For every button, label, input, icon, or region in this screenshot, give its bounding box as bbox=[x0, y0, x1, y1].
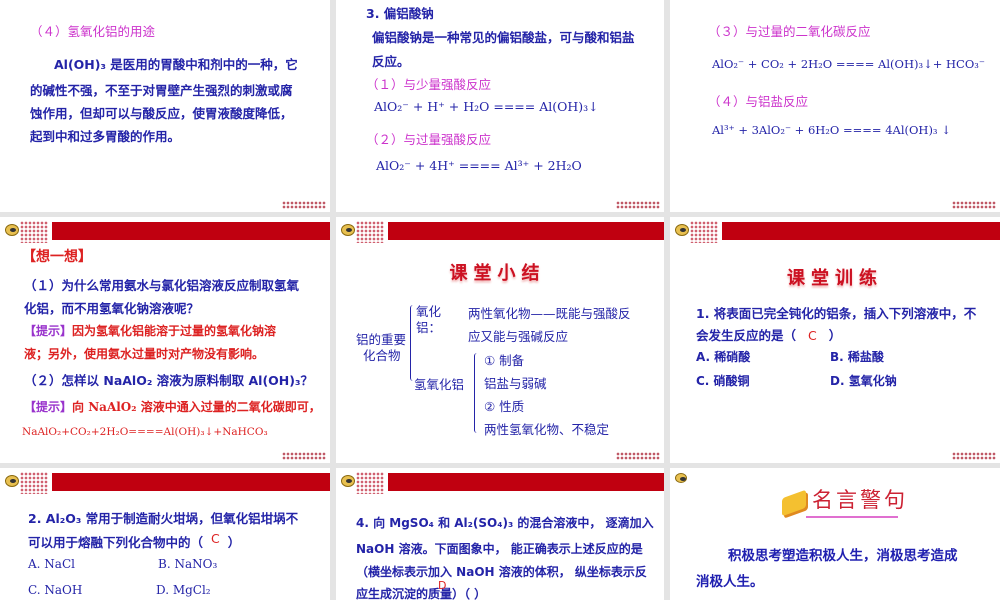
slide-title: 名言警句 bbox=[812, 488, 908, 512]
equation: AlO₂⁻ + CO₂ + 2H₂O ==== Al(OH)₃↓+ HCO₃⁻ bbox=[712, 57, 985, 71]
question-line: （１）为什么常用氨水与氯化铝溶液反应制取氢氧 bbox=[24, 278, 300, 293]
question-line: 应生成沉淀的质量）（ ） bbox=[356, 587, 487, 600]
answer: C bbox=[211, 531, 220, 546]
equation: Al³⁺ + 3AlO₂⁻ + 6H₂O ==== 4Al(OH)₃ ↓ bbox=[712, 123, 951, 137]
hint-equation: NaAlO₂+CO₂+2H₂O====Al(OH)₃↓+NaHCO₃ bbox=[22, 426, 268, 438]
slide-title: 课堂小结 bbox=[449, 263, 546, 284]
equation: AlO₂⁻ + 4H⁺ ==== Al³⁺ + 2H₂O bbox=[376, 158, 582, 173]
question-line: （２）怎样以 NaAlO₂ 溶液为原料制取 Al(OH)₃？ bbox=[24, 373, 313, 388]
subheading: （２）与过量强酸反应 bbox=[366, 132, 492, 147]
answer: D bbox=[438, 579, 447, 592]
decorative-dots bbox=[282, 452, 326, 460]
header-bar bbox=[50, 222, 330, 240]
question-line: 1. 将表面已完全钝化的铝条，插入下列溶液中，不 bbox=[696, 306, 977, 321]
option-c: C. NaOH bbox=[28, 583, 83, 597]
decorative-dots bbox=[282, 201, 326, 209]
body-line: 的碱性不强，不至于对胃壁产生强烈的刺激或腐 bbox=[30, 83, 293, 98]
option-b: B. NaNO₃ bbox=[158, 557, 218, 571]
header-bar bbox=[720, 222, 1000, 240]
quote-line: 消极人生。 bbox=[696, 574, 764, 590]
slide-2[interactable]: 3. 偏铝酸钠 偏铝酸钠是一种常见的偏铝酸盐，可与酸和铝盐 反应。 （１）与少量… bbox=[336, 0, 664, 212]
body-line: 蚀作用，但却可以与酸反应，使胃液酸度降低， bbox=[30, 106, 293, 121]
decorative-dots bbox=[356, 221, 384, 243]
question-line: 4. 向 MgSO₄ 和 Al₂(SO₄)₃ 的混合溶液中， 逐滴加入 bbox=[356, 516, 654, 530]
subheading: （１）与少量强酸反应 bbox=[366, 77, 492, 92]
logo-icon bbox=[675, 224, 689, 236]
option-d: D. 氢氧化钠 bbox=[830, 374, 897, 388]
brace bbox=[474, 353, 480, 433]
logo-icon bbox=[5, 224, 19, 236]
tree-item: 铝盐与弱碱 bbox=[484, 376, 547, 391]
tree-item: ② 性质 bbox=[484, 399, 525, 414]
decorative-dots bbox=[20, 221, 48, 243]
body-line: 起到中和过多胃酸的作用。 bbox=[30, 129, 181, 144]
body-line: 偏铝酸钠是一种常见的偏铝酸盐，可与酸和铝盐 bbox=[372, 30, 635, 45]
header-bar bbox=[386, 222, 664, 240]
slide-5[interactable]: 课堂小结 铝的重要 化合物 氧化 铝： 两性氧化物——既能与强酸反 应又能与强碱… bbox=[336, 217, 664, 463]
option-b: B. 稀盐酸 bbox=[830, 350, 884, 364]
tree-node: 铝： bbox=[416, 320, 442, 335]
option-a: A. 稀硝酸 bbox=[696, 350, 751, 364]
question-line: ） bbox=[828, 328, 842, 343]
tree-root: 化合物 bbox=[363, 348, 401, 363]
decorative-dots bbox=[952, 452, 996, 460]
tree-item: 两性氢氧化物、不稳定 bbox=[484, 422, 610, 437]
option-d: D. MgCl₂ bbox=[156, 583, 211, 597]
decorative-dots bbox=[20, 472, 48, 494]
hint-text: 向 NaAlO₂ 溶液中通入过量的二氧化碳即可， bbox=[72, 400, 321, 414]
question-line: 化铝，而不用氢氧化钠溶液呢？ bbox=[24, 301, 200, 316]
hint-text: 因为氢氧化铝能溶于过量的氢氧化钠溶 bbox=[72, 324, 277, 338]
subheading: （４）与铝盐反应 bbox=[708, 94, 809, 109]
hint-text: 液；另外，使用氨水过量时对产物没有影响。 bbox=[24, 347, 265, 361]
question-line: NaOH 溶液。下面图象中， 能正确表示上述反应的是 bbox=[356, 542, 643, 556]
question-line: 会发生反应的是（ bbox=[696, 328, 797, 343]
header-bar bbox=[50, 473, 330, 491]
slide-4[interactable]: 【想一想】 （１）为什么常用氨水与氯化铝溶液反应制取氢氧 化铝，而不用氢氧化钠溶… bbox=[0, 217, 330, 463]
slide-3[interactable]: （３）与过量的二氧化碳反应 AlO₂⁻ + CO₂ + 2H₂O ==== Al… bbox=[670, 0, 1000, 212]
logo-icon bbox=[341, 224, 355, 236]
slide-heading: 【想一想】 bbox=[22, 249, 92, 265]
question-line: 2. Al₂O₃ 常用于制造耐火坩埚，但氧化铝坩埚不 bbox=[28, 511, 299, 526]
logo-icon bbox=[341, 475, 355, 487]
question-line: ） bbox=[227, 535, 241, 550]
tree-desc: 应又能与强碱反应 bbox=[468, 329, 569, 344]
decorative-dots bbox=[616, 201, 660, 209]
tree-item: ① 制备 bbox=[484, 353, 525, 368]
slide-7[interactable]: 2. Al₂O₃ 常用于制造耐火坩埚，但氧化铝坩埚不 可以用于熔融下列化合物中的… bbox=[0, 468, 330, 600]
decorative-dots bbox=[952, 201, 996, 209]
answer: C bbox=[808, 328, 817, 343]
slide-9[interactable]: 名言警句 积极思考塑造积极人生，消极思考造成 消极人生。 bbox=[670, 468, 1000, 600]
body-line: 反应。 bbox=[372, 54, 410, 69]
tree-desc: 两性氧化物——既能与强酸反 bbox=[468, 306, 631, 321]
question-line: （横坐标表示加入 NaOH 溶液的体积， 纵坐标表示反 bbox=[356, 565, 647, 579]
decorative-dots bbox=[616, 452, 660, 460]
slide-8[interactable]: 4. 向 MgSO₄ 和 Al₂(SO₄)₃ 的混合溶液中， 逐滴加入 NaOH… bbox=[336, 468, 664, 600]
title-underline bbox=[806, 516, 898, 518]
slide-heading: 3. 偏铝酸钠 bbox=[366, 6, 434, 21]
question-line: 可以用于熔融下列化合物中的（ bbox=[28, 535, 204, 550]
books-icon bbox=[782, 489, 806, 517]
body-line: Al(OH)₃ 是医用的胃酸中和剂中的一种，它 bbox=[54, 57, 298, 72]
option-a: A. NaCl bbox=[28, 557, 75, 571]
hint-label: 【提示】 bbox=[24, 324, 73, 338]
subheading: （３）与过量的二氧化碳反应 bbox=[708, 24, 871, 39]
slide-title: 课堂训练 bbox=[787, 268, 883, 289]
quote-line: 积极思考塑造积极人生，消极思考造成 bbox=[728, 548, 958, 564]
equation: AlO₂⁻ + H⁺ + H₂O ==== Al(OH)₃↓ bbox=[374, 99, 599, 114]
slide-heading: （４）氢氧化铝的用途 bbox=[30, 24, 156, 39]
slide-1[interactable]: （４）氢氧化铝的用途 Al(OH)₃ 是医用的胃酸中和剂中的一种，它 的碱性不强… bbox=[0, 0, 330, 212]
logo-icon bbox=[5, 475, 19, 487]
tree-node: 氢氧化铝 bbox=[414, 377, 465, 392]
slide-6[interactable]: 课堂训练 1. 将表面已完全钝化的铝条，插入下列溶液中，不 会发生反应的是（ C ）… bbox=[670, 217, 1000, 463]
decorative-dots bbox=[356, 472, 384, 494]
logo-icon bbox=[675, 473, 687, 483]
hint-label: 【提示】 bbox=[24, 400, 73, 414]
option-c: C. 硝酸铜 bbox=[696, 374, 750, 388]
decorative-dots bbox=[690, 221, 718, 243]
header-bar bbox=[386, 473, 664, 491]
